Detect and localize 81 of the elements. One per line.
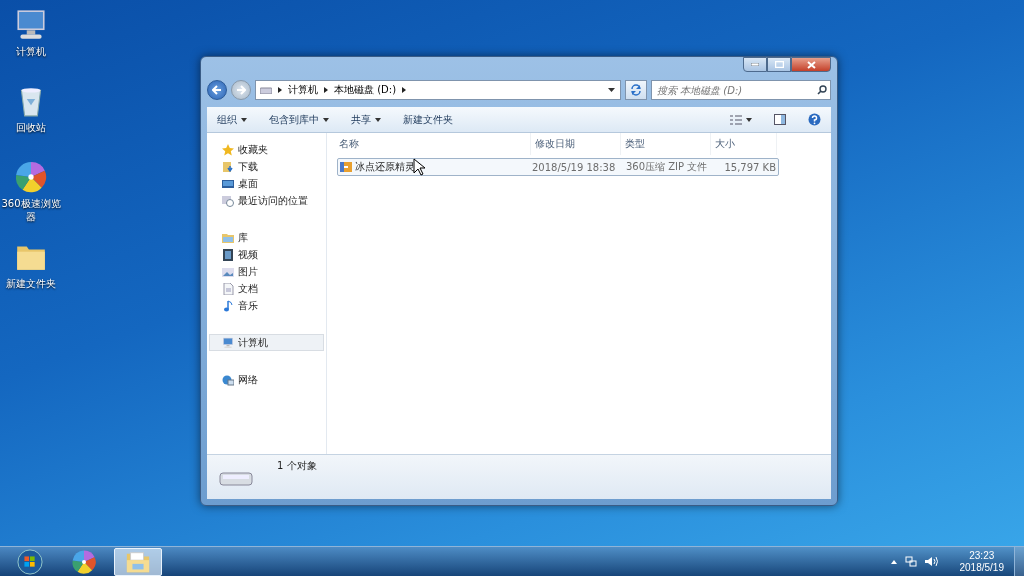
file-type: 360压缩 ZIP 文件 <box>625 160 709 174</box>
modified-date: 2018/5/19 18:38 <box>531 161 617 173</box>
maximize-button[interactable] <box>767 57 791 72</box>
film-icon <box>222 248 234 261</box>
computer-icon[interactable] <box>14 8 48 42</box>
caret-icon <box>323 117 329 122</box>
taskbar-button[interactable] <box>114 547 162 576</box>
browser-icon <box>71 548 97 575</box>
computer-icon <box>222 336 234 349</box>
search-field[interactable]: 搜索 本地磁盘 (D:) <box>651 80 831 100</box>
picture-icon <box>222 265 234 278</box>
file-size: 15,797 KB <box>723 161 777 173</box>
clock-time: 23:23 <box>969 549 995 562</box>
minimize-button[interactable] <box>743 57 767 72</box>
sidebar-item[interactable]: 音乐 <box>209 297 324 314</box>
toolbar-button[interactable]: 新建文件夹 <box>399 110 457 129</box>
help-icon <box>808 113 821 126</box>
library-folder-icon <box>222 231 234 244</box>
refresh-icon <box>630 84 642 96</box>
toolbar-button[interactable]: 包含到库中 <box>265 110 333 129</box>
sidebar-item[interactable]: 视频 <box>209 246 324 263</box>
search-icon[interactable] <box>817 85 827 95</box>
back-button[interactable] <box>207 80 227 100</box>
sidebar-item[interactable]: 收藏夹 <box>209 141 324 158</box>
mouse-cursor-icon <box>413 158 425 176</box>
drive-icon <box>260 86 272 94</box>
toolbar-button[interactable]: 组织 <box>213 110 251 129</box>
sidebar-item[interactable]: 库 <box>209 229 324 246</box>
network-icon[interactable] <box>904 556 917 567</box>
show-desktop-button[interactable] <box>1014 546 1024 576</box>
music-note-icon <box>222 299 234 312</box>
clock-date: 2018/5/19 <box>959 561 1004 574</box>
preview-pane-icon <box>774 114 786 125</box>
sidebar-item[interactable]: 网络 <box>209 371 324 388</box>
status-text: 1 个对象 <box>277 459 317 473</box>
clock[interactable]: 23:23 2018/5/19 <box>955 549 1008 574</box>
column-header[interactable]: 类型 <box>621 133 711 155</box>
sidebar-item[interactable]: 图片 <box>209 263 324 280</box>
caret-icon <box>746 117 752 122</box>
sidebar-item[interactable]: 计算机 <box>209 334 324 351</box>
list-view-icon <box>730 114 742 125</box>
column-header[interactable]: 大小 <box>711 133 777 155</box>
download-folder-icon <box>222 160 234 173</box>
forward-button[interactable] <box>231 80 251 100</box>
network-icon <box>222 373 234 386</box>
desktop-icon-label: 360极速浏览器 <box>0 197 62 223</box>
desktop-icon-label: 计算机 <box>15 45 47 58</box>
close-button[interactable] <box>791 57 831 72</box>
caret-up-icon[interactable] <box>890 559 897 564</box>
zip-archive-icon <box>340 161 352 173</box>
star-icon <box>222 143 234 156</box>
forward-arrow-icon <box>236 85 246 95</box>
refresh-button[interactable] <box>625 80 647 100</box>
chevron-right-icon[interactable] <box>402 87 407 93</box>
document-icon <box>222 282 234 295</box>
toolbar-button[interactable]: 共享 <box>347 110 385 129</box>
close-icon <box>806 60 816 69</box>
column-header[interactable]: 修改日期 <box>531 133 621 155</box>
breadcrumb-item[interactable]: 本地磁盘 (D:) <box>334 83 397 97</box>
start-orb-icon <box>17 548 43 575</box>
back-arrow-icon <box>212 85 222 95</box>
address-bar[interactable]: 计算机 本地磁盘 (D:) <box>255 80 621 100</box>
chevron-right-icon[interactable] <box>324 87 328 93</box>
column-header[interactable]: 名称 <box>335 133 531 155</box>
desktop-icon-label: 新建文件夹 <box>5 277 57 290</box>
sidebar-item[interactable]: 下载 <box>209 158 324 175</box>
maximize-icon <box>774 61 784 68</box>
breadcrumb-item[interactable]: 计算机 <box>288 83 318 97</box>
desktop-icon <box>222 177 234 190</box>
sidebar-item[interactable]: 桌面 <box>209 175 324 192</box>
minimize-icon <box>751 63 759 66</box>
dropdown-icon[interactable] <box>608 87 616 93</box>
recent-places-icon <box>222 194 234 207</box>
sidebar-item[interactable]: 文档 <box>209 280 324 297</box>
browser-icon[interactable] <box>14 160 48 194</box>
desktop-icon-label: 回收站 <box>15 121 47 134</box>
speaker-icon[interactable] <box>924 556 938 567</box>
caret-icon <box>241 117 247 122</box>
caret-icon <box>375 117 381 122</box>
sidebar-item[interactable]: 最近访问的位置 <box>209 192 324 209</box>
chevron-right-icon[interactable] <box>278 87 282 93</box>
